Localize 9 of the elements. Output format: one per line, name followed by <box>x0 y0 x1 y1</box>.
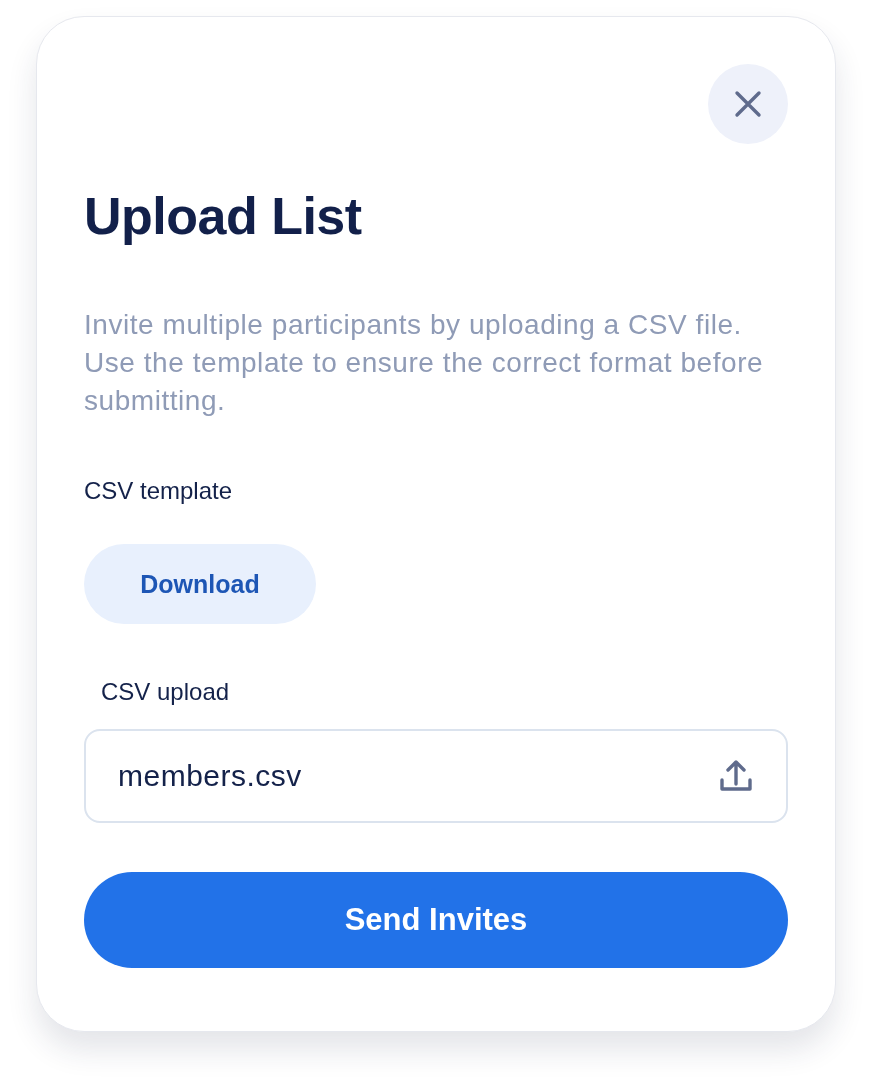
download-button[interactable]: Download <box>84 544 316 624</box>
upload-icon <box>719 760 753 792</box>
field-label: CSV template <box>84 476 234 506</box>
close-icon <box>734 90 762 118</box>
dialog-title: Upload List <box>84 186 363 247</box>
file-upload-field[interactable]: members.csv <box>84 729 788 823</box>
send-invites-button[interactable]: Send Invites <box>84 872 788 968</box>
dialog-description: Invite multiple participants by uploading a CSV file. Use the template to ensure the correct format before submitting. <box>84 308 765 418</box>
field-label: CSV upload <box>101 677 231 707</box>
